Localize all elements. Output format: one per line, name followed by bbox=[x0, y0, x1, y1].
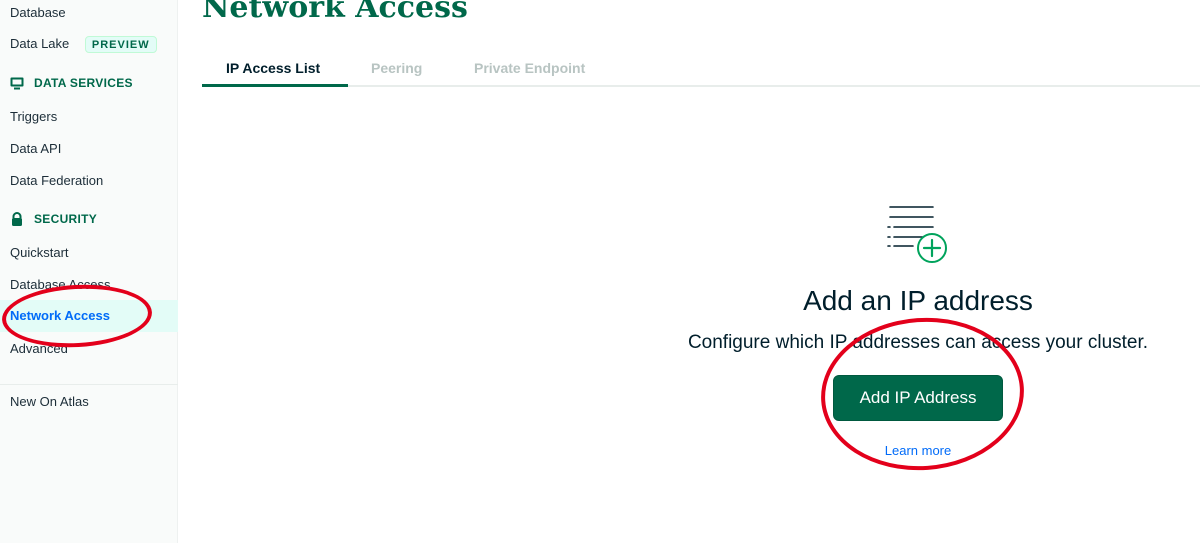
tab-bar: IP Access List Peering Private Endpoint bbox=[202, 52, 1200, 87]
sidebar: Database Data Lake PREVIEW DATA SERVICES… bbox=[0, 0, 178, 543]
section-data-services: DATA SERVICES bbox=[10, 76, 133, 90]
active-tab-indicator bbox=[202, 84, 348, 87]
sidebar-item-label: Triggers bbox=[10, 109, 58, 124]
sidebar-item-label: New On Atlas bbox=[10, 394, 89, 409]
tab-peering[interactable]: Peering bbox=[371, 60, 422, 76]
sidebar-item-quickstart[interactable]: Quickstart bbox=[10, 245, 69, 261]
sidebar-item-label: Data API bbox=[10, 141, 62, 156]
section-heading: SECURITY bbox=[34, 212, 98, 226]
sidebar-divider bbox=[0, 384, 178, 385]
section-security: SECURITY bbox=[10, 212, 97, 226]
sidebar-item-new-on-atlas[interactable]: New On Atlas bbox=[10, 394, 89, 410]
sidebar-item-advanced[interactable]: Advanced bbox=[10, 341, 68, 357]
sidebar-item-network-access[interactable]: Network Access bbox=[0, 300, 178, 332]
page-title: Network Access bbox=[202, 0, 468, 25]
preview-badge: PREVIEW bbox=[84, 36, 157, 54]
sidebar-item-label: Database Access bbox=[10, 277, 111, 292]
sidebar-item-label: Data Lake bbox=[10, 36, 70, 51]
tab-private-endpoint[interactable]: Private Endpoint bbox=[474, 60, 585, 76]
sidebar-item-data-lake[interactable]: Data Lake PREVIEW bbox=[10, 36, 157, 54]
sidebar-item-data-federation[interactable]: Data Federation bbox=[10, 173, 103, 189]
sidebar-item-triggers[interactable]: Triggers bbox=[10, 109, 57, 125]
learn-more-link[interactable]: Learn more bbox=[818, 443, 1018, 458]
sidebar-item-label: Network Access bbox=[10, 308, 110, 323]
sidebar-item-data-api[interactable]: Data API bbox=[10, 141, 61, 157]
sidebar-item-database[interactable]: Database bbox=[10, 5, 66, 21]
section-heading: DATA SERVICES bbox=[34, 76, 133, 90]
sidebar-item-database-access[interactable]: Database Access bbox=[10, 277, 110, 293]
lock-icon bbox=[10, 212, 24, 226]
empty-state-description: Configure which IP addresses can access … bbox=[687, 332, 1149, 353]
tab-ip-access-list[interactable]: IP Access List bbox=[226, 60, 320, 76]
add-ip-address-button[interactable]: Add IP Address bbox=[833, 375, 1003, 421]
sidebar-item-label: Database bbox=[10, 5, 66, 20]
list-add-icon bbox=[885, 204, 951, 271]
sidebar-item-label: Advanced bbox=[10, 341, 68, 356]
monitor-icon bbox=[10, 77, 24, 90]
empty-state-title: Add an IP address bbox=[803, 285, 1033, 316]
sidebar-item-label: Quickstart bbox=[10, 245, 69, 260]
sidebar-item-label: Data Federation bbox=[10, 173, 104, 188]
